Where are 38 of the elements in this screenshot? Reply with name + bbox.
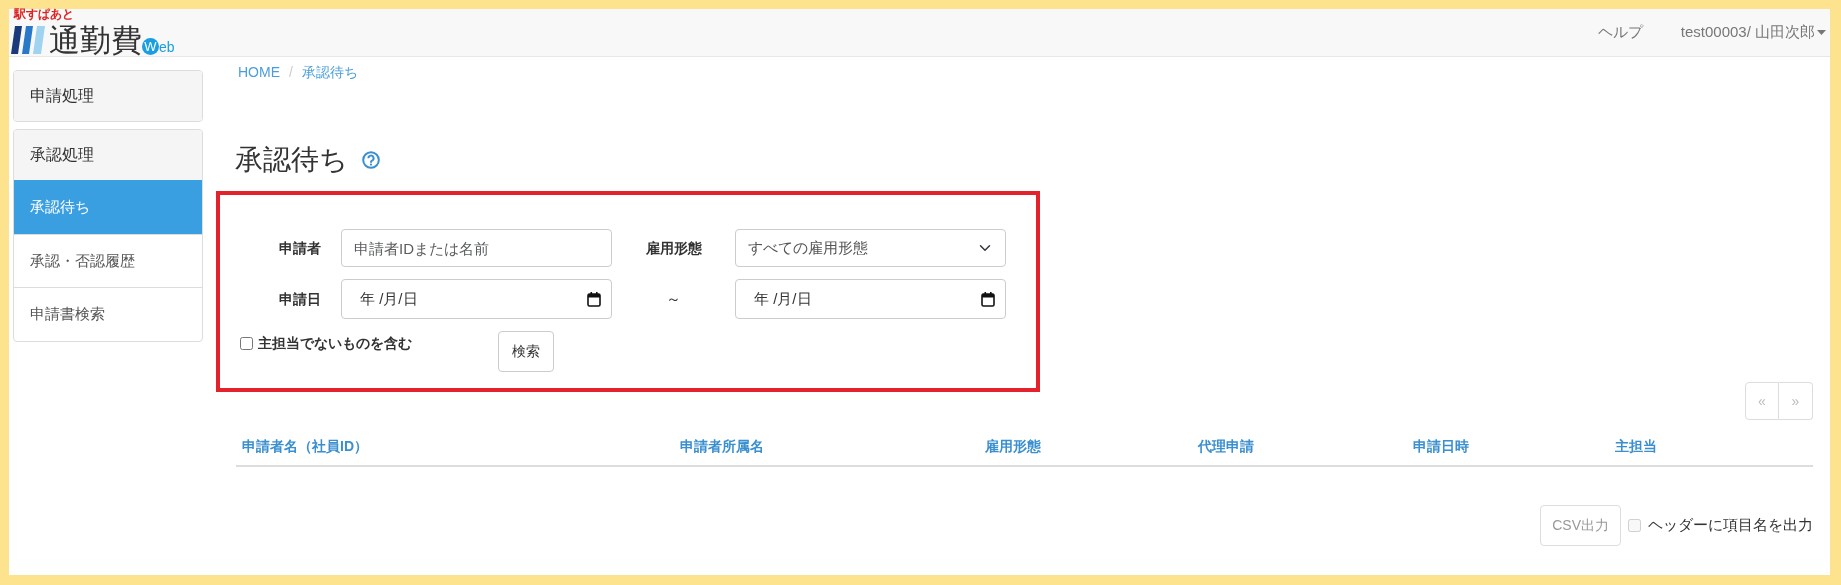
sidebar-item[interactable]: 承認・否認履歴 <box>14 233 202 287</box>
logo-title: 通勤費 <box>49 25 142 56</box>
date-from-field[interactable]: 年 /月/日 <box>341 279 612 319</box>
date-to-field[interactable]: 年 /月/日 <box>735 279 1006 319</box>
logo-tagline: 駅すぱあと <box>14 8 74 22</box>
column-header[interactable]: 申請日時 <box>1413 436 1615 457</box>
checkbox-label: 主担当でないものを含む <box>258 334 412 353</box>
employment-select[interactable]: すべての雇用形態 <box>735 229 1006 267</box>
logo-stripes-icon <box>11 26 47 54</box>
calendar-icon <box>587 291 601 307</box>
column-header[interactable]: 申請者所属名 <box>680 436 985 457</box>
search-button[interactable]: 検索 <box>498 331 554 372</box>
breadcrumb-link[interactable]: 承認待ち <box>301 62 358 83</box>
breadcrumb-link[interactable]: HOME <box>238 62 280 83</box>
user-menu[interactable]: test00003/ 山田次郎 <box>1680 21 1826 44</box>
help-icon[interactable] <box>362 151 380 169</box>
calendar-icon <box>981 291 995 307</box>
checkbox-label: ヘッダーに項目名を出力 <box>1648 515 1813 536</box>
column-header[interactable]: 主担当 <box>1615 436 1813 457</box>
sidebar-heading: 承認処理 <box>14 130 202 180</box>
column-header[interactable]: 代理申請 <box>1198 436 1413 457</box>
checkbox[interactable] <box>240 337 253 350</box>
applicant-input[interactable]: 申請者IDまたは名前 <box>341 229 612 267</box>
field-label: 申請者 <box>278 238 322 258</box>
range-separator: ～ <box>665 288 682 309</box>
field-label: 雇用形態 <box>644 238 703 258</box>
column-header[interactable]: 申請者名（社員ID） <box>242 436 680 457</box>
column-header[interactable]: 雇用形態 <box>985 436 1198 457</box>
logo-web-badge: W <box>142 38 159 55</box>
sidebar-item[interactable]: 承認待ち <box>14 180 202 234</box>
sidebar-heading: 申請処理 <box>14 71 202 121</box>
breadcrumb-separator: / <box>289 63 293 82</box>
logo-web-text: eb <box>159 40 175 54</box>
caret-icon <box>1817 30 1826 35</box>
page-title: 承認待ち <box>235 143 348 177</box>
help-link[interactable]: ヘルプ <box>1597 21 1643 44</box>
sidebar-item[interactable]: 申請書検索 <box>14 287 202 341</box>
field-label: 申請日 <box>278 289 322 309</box>
